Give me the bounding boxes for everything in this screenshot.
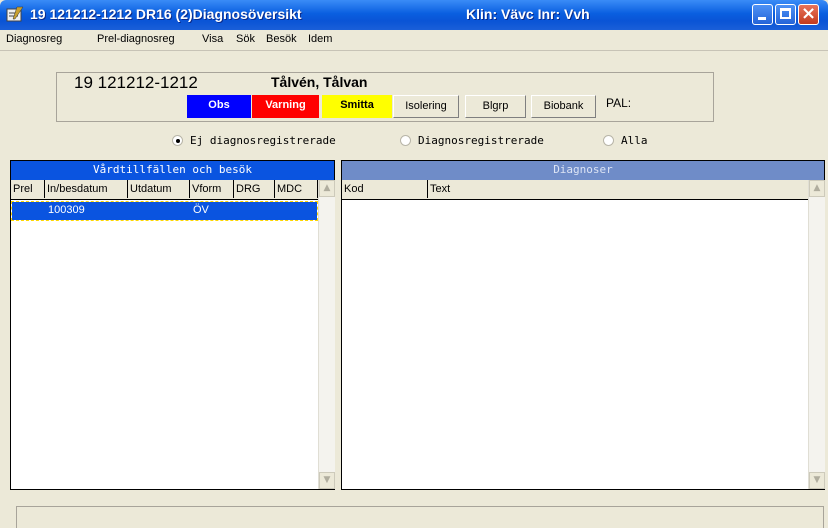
title-bar[interactable]: 19 121212-1212 DR16 (2)Diagnosöversikt K… [0, 0, 828, 30]
col-utdatum[interactable]: Utdatum [128, 180, 190, 198]
col-in-besdatum[interactable]: In/besdatum [45, 180, 128, 198]
cell-vform: ÖV [193, 204, 209, 216]
diagnoses-panel: Diagnoser Kod Text ▲ ▼ [341, 160, 825, 490]
maximize-button[interactable] [775, 4, 796, 25]
minimize-icon [758, 17, 766, 20]
app-icon [6, 6, 24, 22]
close-icon: × [801, 3, 817, 24]
scroll-down-icon[interactable]: ▼ [319, 472, 335, 489]
menu-sok[interactable]: Sök [236, 33, 255, 45]
cell-in-besdatum: 100309 [48, 204, 85, 216]
patient-name: Tålvén, Tålvan [271, 74, 368, 90]
visits-column-header: Prel In/besdatum Utdatum Vform DRG MDC [11, 180, 318, 200]
menu-prel-diagnosreg[interactable]: Prel-diagnosreg [97, 33, 175, 45]
diagnoses-scrollbar[interactable]: ▲ ▼ [808, 180, 825, 489]
radio-dot[interactable] [400, 135, 411, 146]
col-kod[interactable]: Kod [342, 180, 428, 198]
radio-label: Ej diagnosregistrerade [190, 134, 336, 147]
menu-diagnosreg[interactable]: Diagnosreg [6, 33, 62, 45]
isolering-button[interactable]: Isolering [393, 95, 459, 118]
menu-bar: Diagnosreg Prel-diagnosreg Visa Sök Besö… [0, 30, 828, 51]
radio-label: Alla [621, 134, 648, 147]
col-vform[interactable]: Vform [190, 180, 234, 198]
scroll-up-icon[interactable]: ▲ [809, 180, 825, 197]
scroll-down-icon[interactable]: ▼ [809, 472, 825, 489]
pal-label: PAL: [606, 96, 632, 110]
smitta-badge[interactable]: Smitta [322, 95, 392, 118]
radio-dot-selected[interactable] [172, 135, 183, 146]
close-button[interactable]: × [798, 3, 819, 25]
radio-dot[interactable] [603, 135, 614, 146]
table-row[interactable]: 100309 ÖV [11, 201, 318, 221]
col-drg[interactable]: DRG [234, 180, 275, 198]
visits-panel-title: Vårdtillfällen och besök [11, 161, 334, 180]
obs-badge[interactable]: Obs [187, 95, 251, 118]
window-title: 19 121212-1212 DR16 (2)Diagnosöversikt [30, 6, 302, 22]
minimize-button[interactable] [752, 4, 773, 25]
visits-panel: Vårdtillfällen och besök Prel In/besdatu… [10, 160, 335, 490]
menu-idem[interactable]: Idem [308, 33, 332, 45]
col-prel[interactable]: Prel [11, 180, 45, 198]
maximize-icon [780, 8, 791, 19]
status-bar [16, 506, 824, 528]
menu-besok[interactable]: Besök [266, 33, 297, 45]
visits-scrollbar[interactable]: ▲ ▼ [318, 180, 335, 489]
col-mdc[interactable]: MDC [275, 180, 318, 198]
radio-label: Diagnosregistrerade [418, 134, 544, 147]
blgrp-button[interactable]: Blgrp [465, 95, 526, 118]
biobank-button[interactable]: Biobank [531, 95, 596, 118]
scroll-up-icon[interactable]: ▲ [319, 180, 335, 197]
application-window: 19 121212-1212 DR16 (2)Diagnosöversikt K… [0, 0, 828, 528]
col-text[interactable]: Text [428, 180, 808, 198]
patient-id: 19 121212-1212 [74, 73, 198, 92]
diagnoses-column-header: Kod Text [342, 180, 808, 200]
diagnoses-panel-title: Diagnoser [342, 161, 824, 180]
menu-visa[interactable]: Visa [202, 33, 223, 45]
varning-badge[interactable]: Varning [252, 95, 319, 118]
clinic-info: Klin: Vävc Inr: Vvh [466, 6, 590, 22]
